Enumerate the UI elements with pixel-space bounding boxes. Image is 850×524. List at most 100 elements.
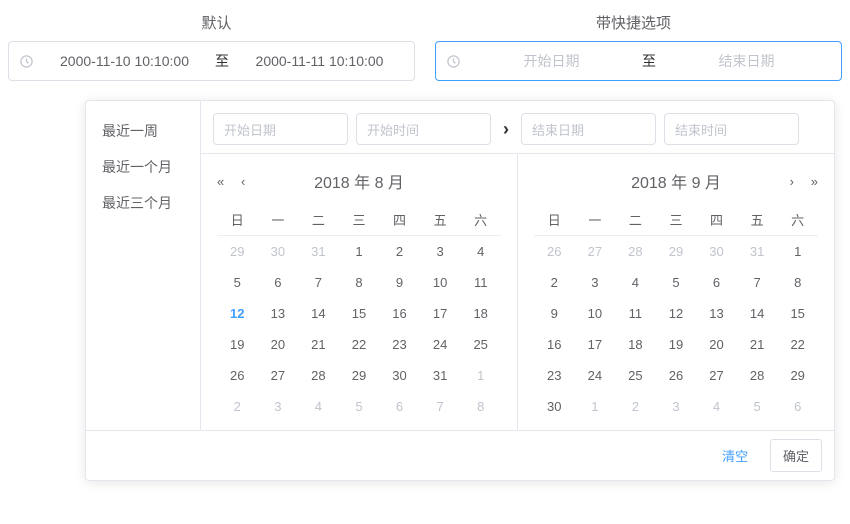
calendar-day[interactable]: 30 [696, 236, 737, 268]
calendar-day[interactable]: 11 [460, 267, 501, 298]
calendar-day[interactable]: 4 [460, 236, 501, 268]
calendar-day[interactable]: 24 [575, 360, 616, 391]
calendar-day[interactable]: 7 [298, 267, 339, 298]
calendar-day[interactable]: 29 [656, 236, 697, 268]
next-month-icon[interactable]: › [790, 174, 794, 189]
calendar-day[interactable]: 17 [575, 329, 616, 360]
calendar-day[interactable]: 10 [575, 298, 616, 329]
calendar-day[interactable]: 28 [615, 236, 656, 268]
calendar-day[interactable]: 22 [777, 329, 818, 360]
calendar-day[interactable]: 5 [217, 267, 258, 298]
calendar-day[interactable]: 26 [534, 236, 575, 268]
calendar-day[interactable]: 6 [777, 391, 818, 422]
calendar-day[interactable]: 14 [298, 298, 339, 329]
calendar-day[interactable]: 18 [460, 298, 501, 329]
calendar-day[interactable]: 28 [737, 360, 778, 391]
calendar-day[interactable]: 30 [534, 391, 575, 422]
calendar-day[interactable]: 1 [460, 360, 501, 391]
calendar-day[interactable]: 12 [217, 298, 258, 329]
calendar-day[interactable]: 2 [217, 391, 258, 422]
calendar-day[interactable]: 10 [420, 267, 461, 298]
calendar-day[interactable]: 26 [217, 360, 258, 391]
calendar-day[interactable]: 5 [737, 391, 778, 422]
calendar-day[interactable]: 13 [696, 298, 737, 329]
calendar-day[interactable]: 29 [217, 236, 258, 268]
end-time-input[interactable]: 结束时间 [664, 113, 799, 145]
calendar-day[interactable]: 25 [460, 329, 501, 360]
calendar-day[interactable]: 19 [217, 329, 258, 360]
calendar-day[interactable]: 27 [696, 360, 737, 391]
calendar-day[interactable]: 31 [420, 360, 461, 391]
calendar-day[interactable]: 28 [298, 360, 339, 391]
calendar-day[interactable]: 7 [420, 391, 461, 422]
start-date-input[interactable]: 开始日期 [213, 113, 348, 145]
calendar-day[interactable]: 27 [575, 236, 616, 268]
calendar-day[interactable]: 17 [420, 298, 461, 329]
calendar-day[interactable]: 8 [777, 267, 818, 298]
calendar-day[interactable]: 30 [258, 236, 299, 268]
calendar-day[interactable]: 9 [379, 267, 420, 298]
calendar-day[interactable]: 18 [615, 329, 656, 360]
calendar-day[interactable]: 22 [339, 329, 380, 360]
calendar-day[interactable]: 1 [777, 236, 818, 268]
calendar-day[interactable]: 11 [615, 298, 656, 329]
calendar-day[interactable]: 26 [656, 360, 697, 391]
end-date-input[interactable]: 结束日期 [521, 113, 656, 145]
calendar-day[interactable]: 7 [737, 267, 778, 298]
calendar-day[interactable]: 2 [534, 267, 575, 298]
calendar-day[interactable]: 14 [737, 298, 778, 329]
calendar-day[interactable]: 5 [339, 391, 380, 422]
calendar-day[interactable]: 2 [615, 391, 656, 422]
calendar-day[interactable]: 2 [379, 236, 420, 268]
sidebar-item-0[interactable]: 最近一周 [86, 113, 200, 149]
calendar-day[interactable]: 31 [737, 236, 778, 268]
calendar-day[interactable]: 1 [575, 391, 616, 422]
calendar-day[interactable]: 6 [258, 267, 299, 298]
calendar-day[interactable]: 25 [615, 360, 656, 391]
calendar-day[interactable]: 3 [258, 391, 299, 422]
next-year-icon[interactable]: » [811, 174, 818, 189]
calendar-day[interactable]: 9 [534, 298, 575, 329]
sidebar-item-2[interactable]: 最近三个月 [86, 185, 200, 221]
calendar-day[interactable]: 6 [379, 391, 420, 422]
shortcut-date-range-input[interactable]: 开始日期 至 结束日期 [435, 41, 842, 81]
default-date-range-input[interactable]: 2000-11-10 10:10:00 至 2000-11-11 10:10:0… [8, 41, 415, 81]
calendar-day[interactable]: 3 [420, 236, 461, 268]
calendar-day[interactable]: 15 [339, 298, 380, 329]
calendar-day[interactable]: 5 [656, 267, 697, 298]
sidebar-item-1[interactable]: 最近一个月 [86, 149, 200, 185]
calendar-day[interactable]: 12 [656, 298, 697, 329]
calendar-day[interactable]: 8 [339, 267, 380, 298]
calendar-day[interactable]: 1 [339, 236, 380, 268]
calendar-day[interactable]: 27 [258, 360, 299, 391]
calendar-day[interactable]: 21 [737, 329, 778, 360]
calendar-day[interactable]: 24 [420, 329, 461, 360]
prev-month-icon[interactable]: ‹ [241, 174, 245, 189]
calendar-day[interactable]: 31 [298, 236, 339, 268]
calendar-day[interactable]: 8 [460, 391, 501, 422]
calendar-day[interactable]: 3 [656, 391, 697, 422]
calendar-day[interactable]: 30 [379, 360, 420, 391]
clear-button[interactable]: 清空 [710, 440, 760, 471]
calendar-day[interactable]: 16 [379, 298, 420, 329]
calendar-day[interactable]: 21 [298, 329, 339, 360]
calendar-day[interactable]: 20 [258, 329, 299, 360]
prev-year-icon[interactable]: « [217, 174, 224, 189]
calendar-day[interactable]: 6 [696, 267, 737, 298]
confirm-button[interactable]: 确定 [770, 439, 822, 472]
calendar-day[interactable]: 4 [298, 391, 339, 422]
calendar-day[interactable]: 4 [615, 267, 656, 298]
calendar-day[interactable]: 23 [534, 360, 575, 391]
calendar-day[interactable]: 29 [777, 360, 818, 391]
calendar-day[interactable]: 29 [339, 360, 380, 391]
calendar-day[interactable]: 19 [656, 329, 697, 360]
calendar-day[interactable]: 13 [258, 298, 299, 329]
start-time-input[interactable]: 开始时间 [356, 113, 491, 145]
header-default: 默认 [8, 0, 425, 41]
calendar-day[interactable]: 15 [777, 298, 818, 329]
calendar-day[interactable]: 16 [534, 329, 575, 360]
calendar-day[interactable]: 4 [696, 391, 737, 422]
calendar-day[interactable]: 20 [696, 329, 737, 360]
calendar-day[interactable]: 3 [575, 267, 616, 298]
calendar-day[interactable]: 23 [379, 329, 420, 360]
